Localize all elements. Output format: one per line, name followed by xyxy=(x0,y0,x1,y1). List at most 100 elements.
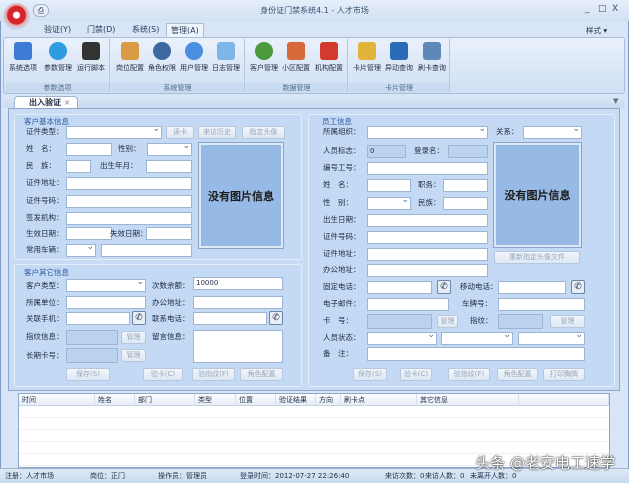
long-card-manage-button[interactable]: 管理 xyxy=(121,349,146,362)
phone-icon[interactable]: ✆ xyxy=(132,311,146,325)
community-config-button[interactable]: 小区配置 xyxy=(280,42,312,73)
phone-icon[interactable]: ✆ xyxy=(437,280,451,294)
save-button[interactable]: 保存(S) xyxy=(66,368,110,381)
log-manage-button[interactable]: 日志管理 xyxy=(210,42,242,73)
linked-mobile-input[interactable] xyxy=(66,312,130,325)
customer-manage-button[interactable]: 客户管理 xyxy=(248,42,280,73)
employee-save-button[interactable]: 保存(S) xyxy=(353,368,387,381)
param-manage-button[interactable]: 参数管理 xyxy=(42,42,74,73)
visit-history-button[interactable]: 来访历史 xyxy=(198,126,236,139)
tab-manage[interactable]: 管理(A) xyxy=(166,23,204,38)
button-label: 系统选项 xyxy=(9,64,37,72)
column-header[interactable]: 时间 xyxy=(19,394,95,406)
card-manage-button[interactable]: 卡片管理 xyxy=(351,42,383,73)
tab-system[interactable]: 系统(S) xyxy=(128,23,163,37)
button-label: 角色权限 xyxy=(148,64,176,72)
id-type-select[interactable] xyxy=(66,124,162,139)
employee-ethnicity-input[interactable] xyxy=(443,197,488,210)
phone-icon[interactable]: ✆ xyxy=(571,280,585,294)
role-permission-button[interactable]: 角色权限 xyxy=(146,42,178,73)
column-header[interactable]: 部门 xyxy=(135,394,195,406)
system-options-button[interactable]: 系统选项 xyxy=(7,42,39,73)
close-tab-icon[interactable]: × xyxy=(64,98,71,107)
swipe-query-button[interactable]: 刷卡查询 xyxy=(416,42,448,73)
app-menu-button[interactable] xyxy=(3,3,30,30)
valid-to-input[interactable] xyxy=(146,227,192,240)
post-config-button[interactable]: 岗位配置 xyxy=(114,42,146,73)
employee-gender-select[interactable] xyxy=(367,195,411,210)
name-input[interactable] xyxy=(66,143,112,156)
tab-verify[interactable]: 验证(Y) xyxy=(40,23,75,37)
customer-type-select[interactable] xyxy=(66,277,146,292)
style-menu[interactable]: 样式 ▾ xyxy=(586,25,607,36)
employee-role-config-button[interactable]: 角色配置 xyxy=(497,368,538,381)
employee-id-number-input[interactable] xyxy=(367,231,488,244)
label: 办公地址： xyxy=(323,265,361,274)
gender-select[interactable] xyxy=(147,141,192,156)
company-input[interactable] xyxy=(66,296,146,309)
tab-dropdown-icon[interactable]: ▼ xyxy=(613,97,618,105)
birth-input[interactable] xyxy=(146,160,192,173)
employee-number-input[interactable] xyxy=(367,162,488,175)
column-header[interactable]: 验证结果 xyxy=(276,394,316,406)
column-header[interactable]: 方向 xyxy=(316,394,341,406)
employee-verify-card-button[interactable]: 验卡(C) xyxy=(400,368,432,381)
relation-select[interactable] xyxy=(523,124,582,139)
mobile-input[interactable] xyxy=(498,281,566,294)
message-textarea[interactable] xyxy=(193,330,283,363)
reset-avatar-button[interactable]: 重新指定头像文件 xyxy=(494,251,580,264)
read-card-button[interactable]: 读卡 xyxy=(166,126,194,139)
remaining-count-input[interactable]: 10000 xyxy=(193,277,283,290)
status-select-1[interactable] xyxy=(367,330,437,345)
vehicle-input[interactable] xyxy=(101,244,192,257)
tab-access-verify[interactable]: 出入验证 × xyxy=(14,96,78,108)
position-input[interactable] xyxy=(443,179,488,192)
employee-office-input[interactable] xyxy=(367,264,488,277)
fingerprint-manage-button[interactable]: 管理 xyxy=(121,331,146,344)
label: 备 注： xyxy=(323,349,353,358)
contact-phone-input[interactable] xyxy=(193,312,267,325)
org-config-button[interactable]: 机构配置 xyxy=(313,42,345,73)
vehicle-select[interactable] xyxy=(66,242,96,257)
change-query-button[interactable]: 异动查询 xyxy=(383,42,415,73)
issuer-input[interactable] xyxy=(66,212,192,225)
fingerprint-manage-button[interactable]: 管理 xyxy=(550,315,585,328)
set-avatar-button[interactable]: 指定头像 xyxy=(242,126,285,139)
employee-id-address-input[interactable] xyxy=(367,248,488,261)
remark-input[interactable] xyxy=(367,347,585,361)
valid-from-input[interactable] xyxy=(66,227,112,240)
close-button[interactable]: X xyxy=(612,4,618,14)
org-select[interactable] xyxy=(367,124,488,139)
verify-fingerprint-button[interactable]: 验指纹(F) xyxy=(192,368,235,381)
print-icon[interactable]: ⎙ xyxy=(33,4,49,17)
print-badge-button[interactable]: 打印胸牌 xyxy=(543,368,585,381)
maximize-button[interactable]: □ xyxy=(598,4,607,14)
ethnicity-input[interactable] xyxy=(66,160,91,173)
tab-access[interactable]: 门禁(D) xyxy=(83,23,119,37)
status-select-3[interactable] xyxy=(518,330,585,345)
plate-input[interactable] xyxy=(498,298,585,311)
employee-birth-input[interactable] xyxy=(367,214,488,227)
email-input[interactable] xyxy=(367,298,449,311)
office-address-input[interactable] xyxy=(193,296,283,309)
employee-verify-fingerprint-button[interactable]: 验指纹(F) xyxy=(448,368,490,381)
phone-icon[interactable]: ✆ xyxy=(269,311,283,325)
column-header[interactable]: 其它信息 xyxy=(417,394,519,406)
column-header[interactable]: 位置 xyxy=(236,394,276,406)
column-header[interactable]: 姓名 xyxy=(95,394,135,406)
user-manage-button[interactable]: 用户管理 xyxy=(178,42,210,73)
id-number-input[interactable] xyxy=(66,195,192,208)
column-header[interactable]: 类型 xyxy=(195,394,236,406)
employee-name-input[interactable] xyxy=(367,179,411,192)
card-manage-button[interactable]: 管理 xyxy=(437,315,458,328)
status-select-2[interactable] xyxy=(441,330,513,345)
run-script-button[interactable]: 运行脚本 xyxy=(75,42,107,73)
card-icon xyxy=(358,42,376,60)
fingerprint-input xyxy=(66,330,118,345)
id-address-input[interactable] xyxy=(66,177,192,190)
landline-input[interactable] xyxy=(367,281,432,294)
minimize-button[interactable]: _ xyxy=(585,4,590,14)
role-config-button[interactable]: 角色配置 xyxy=(240,368,283,381)
verify-card-button[interactable]: 验卡(C) xyxy=(143,368,183,381)
column-header[interactable]: 刷卡点 xyxy=(341,394,417,406)
